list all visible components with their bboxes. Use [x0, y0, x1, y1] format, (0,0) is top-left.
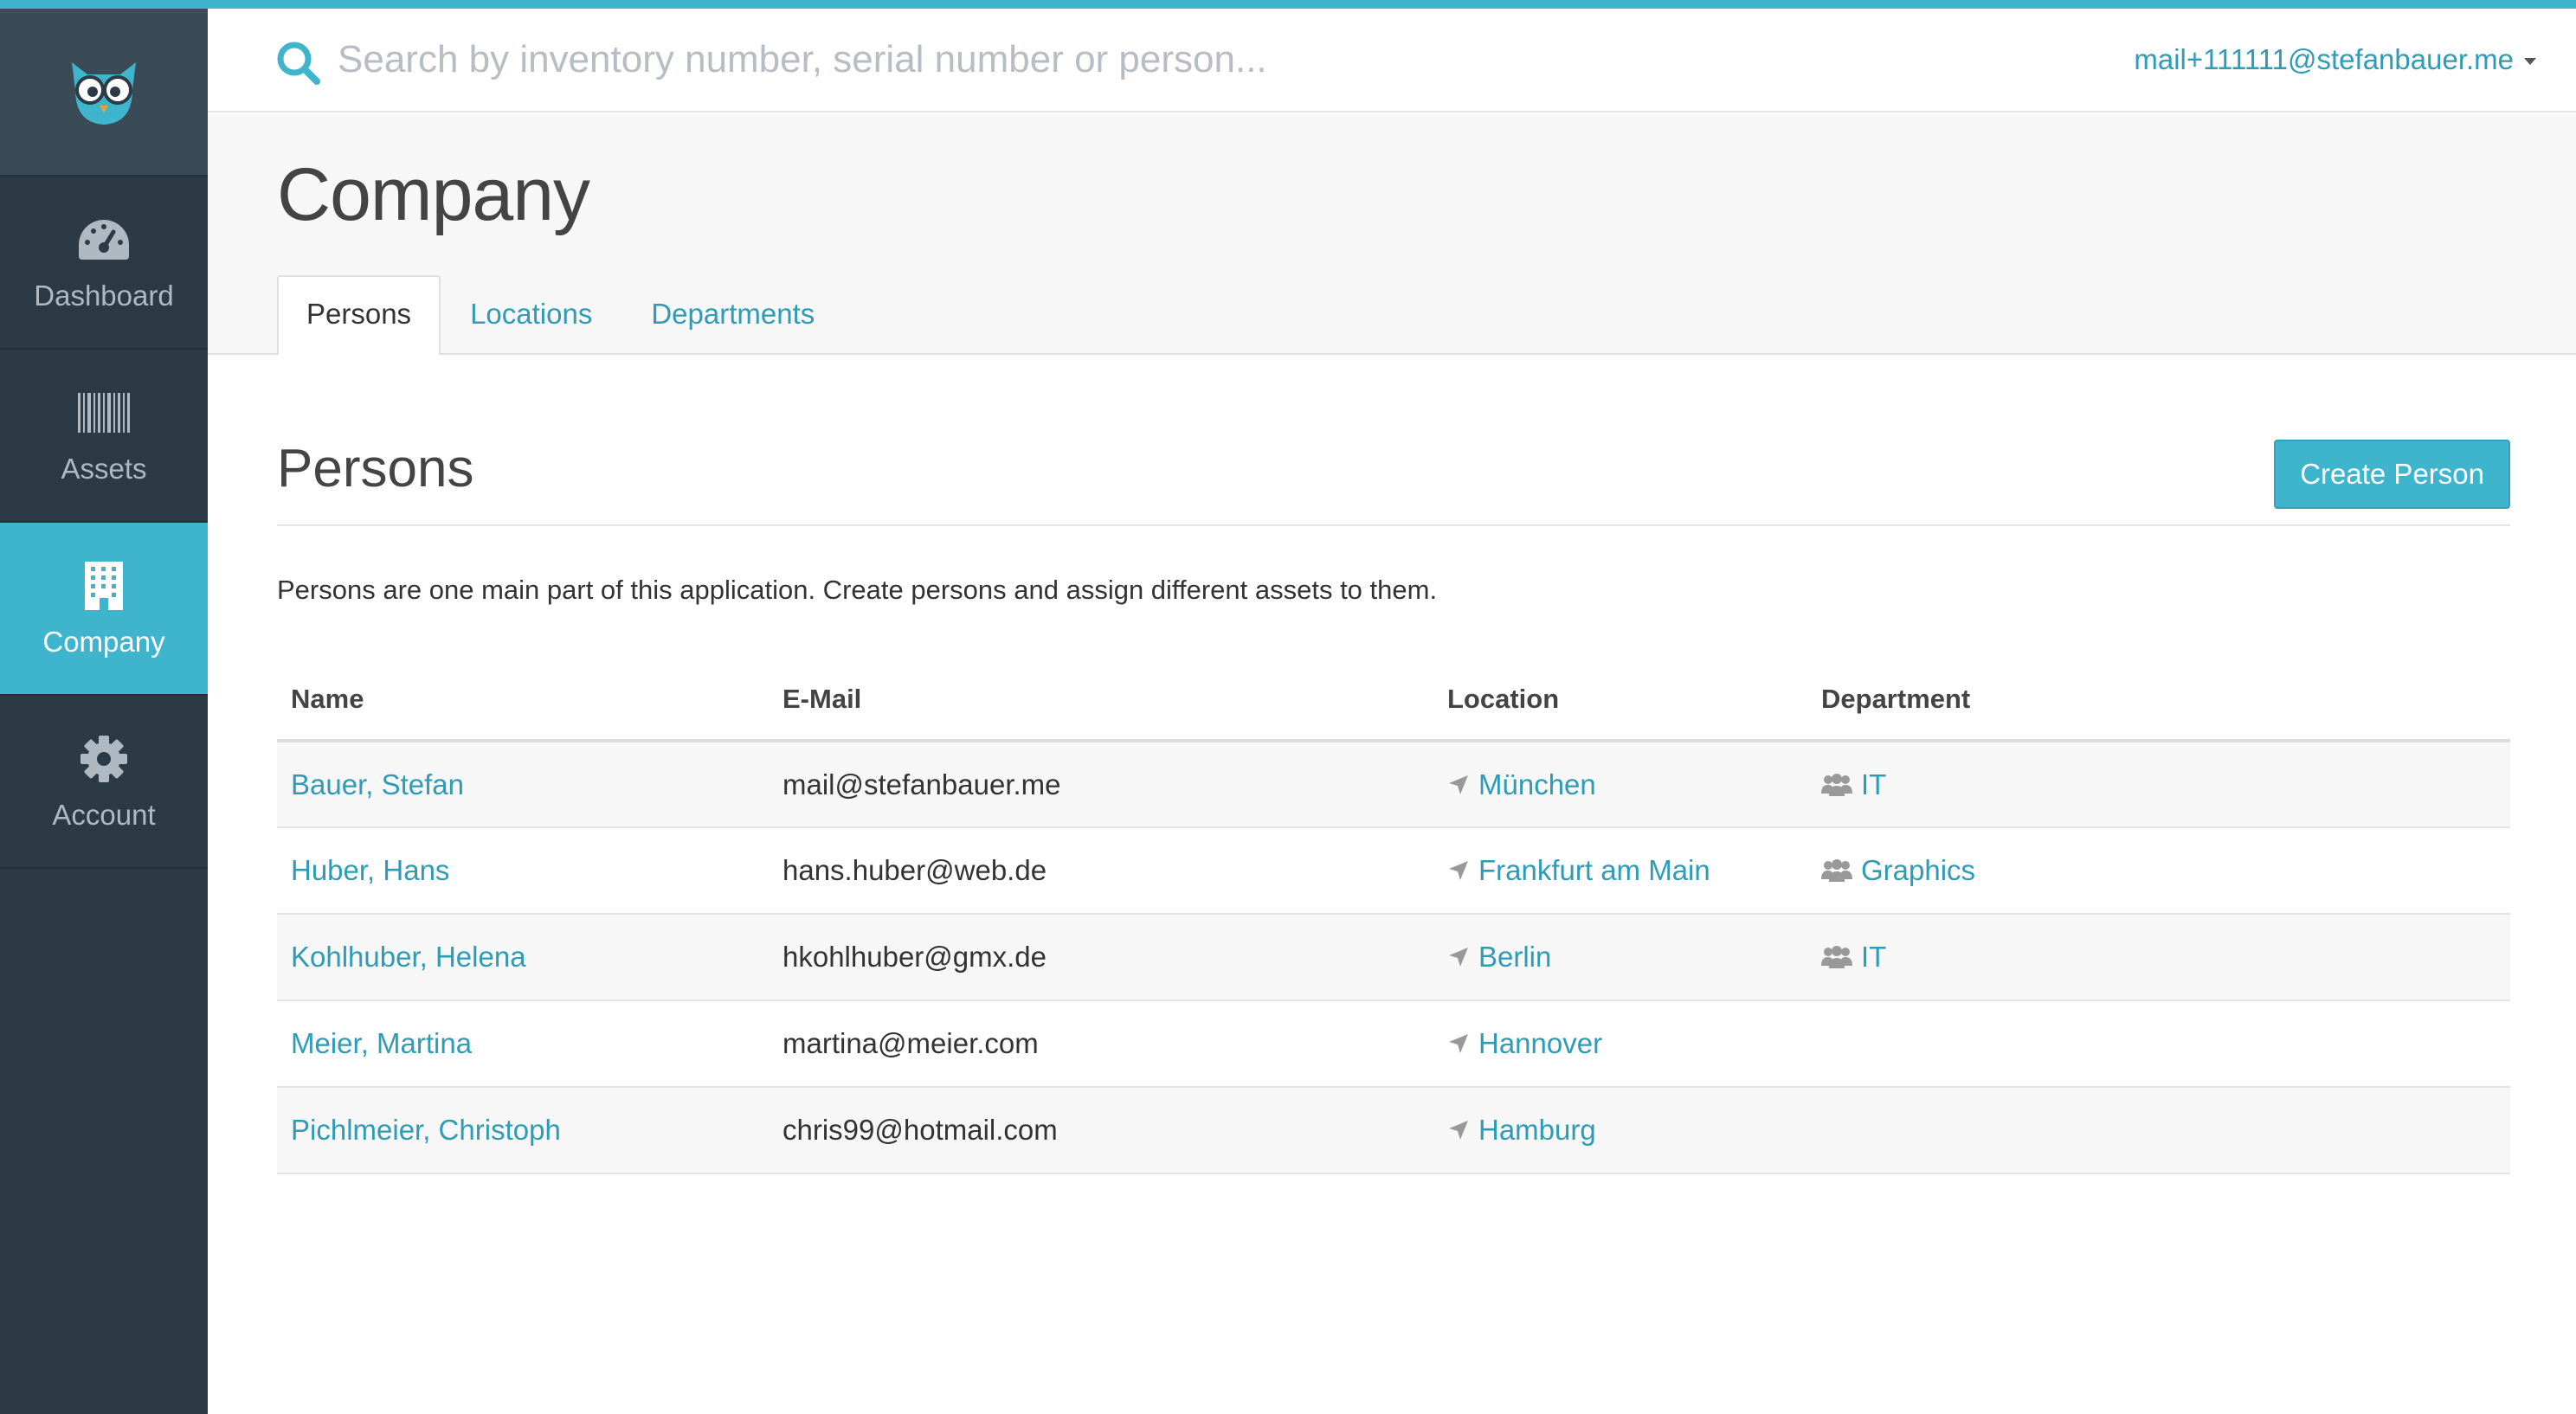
chevron-down-icon — [2524, 58, 2536, 65]
cell-location: Berlin — [1433, 914, 1807, 1001]
person-department-link[interactable]: IT — [1861, 768, 1886, 801]
person-location-link[interactable]: München — [1478, 768, 1596, 801]
building-icon — [83, 558, 125, 614]
cell-department: Graphics — [1807, 827, 2510, 915]
sidebar-item-label: Company — [42, 626, 165, 658]
cell-name: Huber, Hans — [277, 827, 769, 915]
person-email: chris99@hotmail.com — [782, 1114, 1058, 1146]
table-row[interactable]: Pichlmeier, Christoph chris99@hotmail.com… — [277, 1087, 2510, 1174]
gear-icon — [80, 731, 128, 787]
location-arrow-icon — [1449, 1121, 1468, 1140]
sidebar-item-assets[interactable]: Assets — [0, 350, 208, 523]
cell-name: Pichlmeier, Christoph — [277, 1087, 769, 1174]
person-name-link[interactable]: Pichlmeier, Christoph — [291, 1114, 561, 1146]
column-header-email[interactable]: E-Mail — [769, 684, 1433, 742]
person-email: martina@meier.com — [782, 1027, 1039, 1059]
sidebar-item-account[interactable]: Account — [0, 696, 208, 869]
cell-location: München — [1433, 741, 1807, 828]
cell-department: IT — [1807, 741, 2510, 828]
section-title: Persons — [277, 439, 474, 498]
person-location-link[interactable]: Hamburg — [1478, 1114, 1596, 1147]
cell-location: Frankfurt am Main — [1433, 827, 1807, 915]
table-header-row: Name E-Mail Location Department — [277, 684, 2510, 742]
person-name-link[interactable]: Kohlhuber, Helena — [291, 941, 526, 973]
top-header: mail+111111@stefanbauer.me — [208, 9, 2576, 112]
user-menu[interactable]: mail+111111@stefanbauer.me — [2134, 43, 2536, 76]
page-title: Company — [277, 153, 590, 236]
cell-name: Meier, Martina — [277, 1000, 769, 1088]
table-row[interactable]: Meier, Martina martina@meier.com Hannover — [277, 1000, 2510, 1088]
column-header-name[interactable]: Name — [277, 684, 769, 742]
cell-location: Hamburg — [1433, 1087, 1807, 1174]
person-name-link[interactable]: Meier, Martina — [291, 1027, 472, 1059]
sidebar-item-dashboard[interactable]: Dashboard — [0, 177, 208, 350]
sidebar: Dashboard Assets Company Account — [0, 9, 208, 1414]
location-arrow-icon — [1449, 861, 1468, 880]
page-header: Company Persons Locations Departments — [208, 114, 2576, 355]
cell-location: Hannover — [1433, 1000, 1807, 1088]
create-person-button[interactable]: Create Person — [2274, 440, 2510, 509]
cell-email: hans.huber@web.de — [769, 827, 1433, 915]
cell-email: martina@meier.com — [769, 1000, 1433, 1088]
users-group-icon — [1821, 859, 1852, 882]
user-email: mail+111111@stefanbauer.me — [2134, 43, 2514, 75]
search-input[interactable] — [338, 29, 1723, 90]
person-email: hkohlhuber@gmx.de — [782, 941, 1047, 973]
tab-persons[interactable]: Persons — [277, 275, 441, 355]
person-location-link[interactable]: Hannover — [1478, 1027, 1602, 1060]
person-location-link[interactable]: Berlin — [1478, 941, 1551, 974]
column-header-department[interactable]: Department — [1807, 684, 2510, 742]
sidebar-item-label: Account — [52, 799, 156, 831]
sidebar-item-label: Dashboard — [34, 280, 174, 312]
location-arrow-icon — [1449, 948, 1468, 967]
tab-locations[interactable]: Locations — [441, 275, 621, 355]
location-arrow-icon — [1449, 774, 1468, 794]
person-name-link[interactable]: Huber, Hans — [291, 854, 449, 886]
main-content: Persons Create Person Persons are one ma… — [277, 355, 2510, 1174]
section-header: Persons Create Person — [277, 355, 2510, 526]
table-row[interactable]: Huber, Hans hans.huber@web.de Frankfurt am… — [277, 827, 2510, 915]
owl-logo-icon — [72, 62, 136, 125]
person-department-link[interactable]: IT — [1861, 941, 1886, 974]
owl-logo[interactable] — [0, 9, 208, 177]
cell-email: hkohlhuber@gmx.de — [769, 914, 1433, 1001]
search-icon[interactable] — [275, 40, 322, 87]
cell-department — [1807, 1000, 2510, 1088]
sidebar-item-label: Assets — [61, 453, 147, 485]
table-row[interactable]: Kohlhuber, Helena hkohlhuber@gmx.de Berlin… — [277, 914, 2510, 1001]
tab-bar: Persons Locations Departments — [277, 275, 844, 355]
person-email: mail@stefanbauer.me — [782, 768, 1061, 800]
table-row[interactable]: Bauer, Stefan mail@stefanbauer.me München I… — [277, 741, 2510, 828]
barcode-icon — [77, 385, 131, 440]
person-name-link[interactable]: Bauer, Stefan — [291, 768, 464, 800]
cell-email: mail@stefanbauer.me — [769, 741, 1433, 828]
location-arrow-icon — [1449, 1034, 1468, 1053]
person-email: hans.huber@web.de — [782, 854, 1047, 886]
persons-table: Name E-Mail Location Department Bauer, S… — [277, 684, 2510, 1174]
person-location-link[interactable]: Frankfurt am Main — [1478, 854, 1710, 887]
column-header-location[interactable]: Location — [1433, 684, 1807, 742]
cell-name: Bauer, Stefan — [277, 741, 769, 828]
users-group-icon — [1821, 946, 1852, 968]
person-department-link[interactable]: Graphics — [1861, 854, 1975, 887]
top-accent-bar — [0, 0, 2576, 9]
section-description: Persons are one main part of this applic… — [277, 575, 1438, 605]
cell-department — [1807, 1087, 2510, 1174]
cell-email: chris99@hotmail.com — [769, 1087, 1433, 1174]
tab-departments[interactable]: Departments — [621, 275, 844, 355]
users-group-icon — [1821, 773, 1852, 796]
speedometer-icon — [77, 212, 131, 267]
cell-department: IT — [1807, 914, 2510, 1001]
sidebar-item-company[interactable]: Company — [0, 523, 208, 696]
cell-name: Kohlhuber, Helena — [277, 914, 769, 1001]
